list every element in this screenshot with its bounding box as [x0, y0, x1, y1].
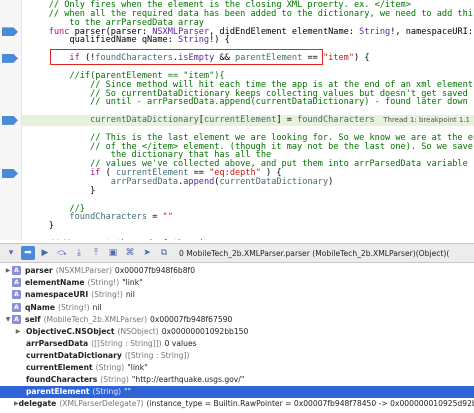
variable-row-parentelement[interactable]: parentElement (String) "": [0, 386, 474, 398]
debug-toolbar: ▾ ➡ ▶ ⤼ ⤓ ⤒ ▣ ⌘ ➤ ⧉ 0 MobileTech_2b.XMLParser.par…: [0, 243, 474, 263]
variable-row-elementname[interactable]: AelementName (String!) "link": [0, 277, 474, 289]
variable-row-arrparseddata[interactable]: arrParsedData ([[String : String]]) 0 valu…: [0, 338, 474, 350]
editor-gutter[interactable]: [0, 0, 22, 240]
variable-row-objectivec-nsobject[interactable]: ▶ ObjectiveC.NSObject (NSObject) 0x00000001…: [0, 326, 474, 338]
breakpoint-marker-icon[interactable]: [2, 27, 18, 37]
variable-value: 0x00000001092bb150: [161, 326, 249, 336]
memory-graph-icon[interactable]: ⌘: [123, 246, 137, 260]
variable-row-parser[interactable]: ▶ Aparser (NSXMLParser) 0x00007fb948f6b8f0: [0, 265, 474, 277]
variable-type: (String!): [57, 302, 90, 312]
argument-badge-icon: A: [12, 302, 21, 312]
variable-name: parser: [25, 266, 53, 276]
variable-name: parentElement: [26, 387, 90, 397]
variable-value: "": [124, 387, 132, 397]
variable-name: currentElement: [26, 363, 93, 373]
code-line[interactable]: // We are at the end of the <item> array: [22, 239, 474, 240]
variable-type: (String!): [87, 278, 120, 288]
breakpoint-marker-icon[interactable]: [2, 115, 18, 125]
variable-name: qName: [25, 302, 55, 312]
variable-value: nil: [92, 302, 102, 312]
code-editor[interactable]: // Only fires when the element is the cl…: [0, 0, 474, 240]
variable-name: ObjectiveC.NSObject: [26, 326, 115, 336]
variable-name: delegate: [18, 399, 57, 409]
step-out-icon[interactable]: ⤒: [89, 246, 103, 260]
variable-row-foundcharacters[interactable]: foundCharacters (String) "http://earthquak…: [0, 374, 474, 386]
step-over-icon[interactable]: ⤼: [55, 246, 69, 260]
breakpoints-active-icon[interactable]: ➡: [21, 246, 35, 260]
variables-view[interactable]: ▶ Aparser (NSXMLParser) 0x00007fb948f6b8f0 A…: [0, 264, 474, 413]
variable-row-self[interactable]: ▼ Aself (MobileTech_2b.XMLParser) 0x00007fb…: [0, 313, 474, 325]
variable-type: (String): [95, 363, 125, 373]
variable-value: nil: [125, 290, 135, 300]
variable-name: namespaceURI: [25, 290, 89, 300]
thread-icon[interactable]: ⧉: [157, 246, 171, 260]
variable-name: self: [25, 314, 41, 324]
variable-name: foundCharacters: [26, 375, 98, 385]
variable-type: (NSXMLParser): [55, 266, 112, 276]
variable-type: (String): [100, 375, 129, 385]
breakpoint-marker-icon[interactable]: [2, 168, 18, 178]
variable-value: 0x00007fb948f67590: [150, 314, 233, 324]
disclosure-collapsed-icon[interactable]: ▶: [4, 267, 12, 274]
variable-type: (String!): [91, 290, 123, 300]
disclosure-collapsed-icon[interactable]: ▶: [14, 328, 22, 335]
variable-row-currentdatadictionary[interactable]: currentDataDictionary ([String : String]): [0, 350, 474, 362]
variable-value: 0 values: [164, 338, 197, 348]
variable-name: currentDataDictionary: [26, 350, 122, 360]
variable-value: (instance_type = Builtin.RawPointer = 0x…: [146, 399, 474, 409]
argument-badge-icon: A: [12, 278, 21, 288]
step-into-icon[interactable]: ⤓: [72, 246, 86, 260]
variable-row-namespaceuri[interactable]: AnamespaceURI (String!) nil: [0, 289, 474, 301]
debug-buttons: ▾ ➡ ▶ ⤼ ⤓ ⤒ ▣ ⌘ ➤ ⧉: [4, 246, 171, 260]
variable-value: "link": [122, 278, 143, 288]
disclosure-expanded-icon[interactable]: ▼: [4, 316, 12, 323]
view-debugger-icon[interactable]: ▣: [106, 246, 120, 260]
variable-type: ([[String : String]]): [91, 338, 162, 348]
argument-badge-icon: A: [12, 266, 21, 276]
variable-value: "http://earthquake.usgs.gov/": [131, 375, 245, 385]
variable-row-currentelement[interactable]: currentElement (String) "link": [0, 362, 474, 374]
variable-row-delegate[interactable]: ▶ delegate (XMLParserDelegate?) (instance_t…: [0, 398, 474, 410]
highlighted-condition-box: [50, 49, 323, 65]
variable-type: ([String : String]): [124, 350, 190, 360]
variable-value: "link": [127, 363, 148, 373]
argument-badge-icon: A: [12, 314, 21, 324]
breakpoint-marker-icon[interactable]: [2, 53, 18, 63]
variable-type: (String): [92, 387, 122, 397]
variable-name: elementName: [25, 278, 85, 288]
code-token: // We are at the end of the <item> array: [28, 239, 256, 240]
location-icon[interactable]: ➤: [140, 246, 154, 260]
variable-type: (NSObject): [117, 326, 159, 336]
pause-continue-icon[interactable]: ▶: [38, 246, 52, 260]
variable-row-qname[interactable]: AqName (String!) nil: [0, 301, 474, 313]
variable-name: arrParsedData: [26, 338, 89, 348]
argument-badge-icon: A: [12, 290, 21, 300]
variable-value: 0x00007fb948f6b8f0: [114, 266, 196, 276]
variable-type: (XMLParserDelegate?): [59, 399, 144, 409]
console-toggle-icon[interactable]: ▾: [4, 246, 18, 260]
stack-frame-breadcrumb[interactable]: 0 MobileTech_2b.XMLParser.parser (Mobile…: [179, 249, 449, 258]
variable-type: (MobileTech_2b.XMLParser): [43, 314, 148, 324]
